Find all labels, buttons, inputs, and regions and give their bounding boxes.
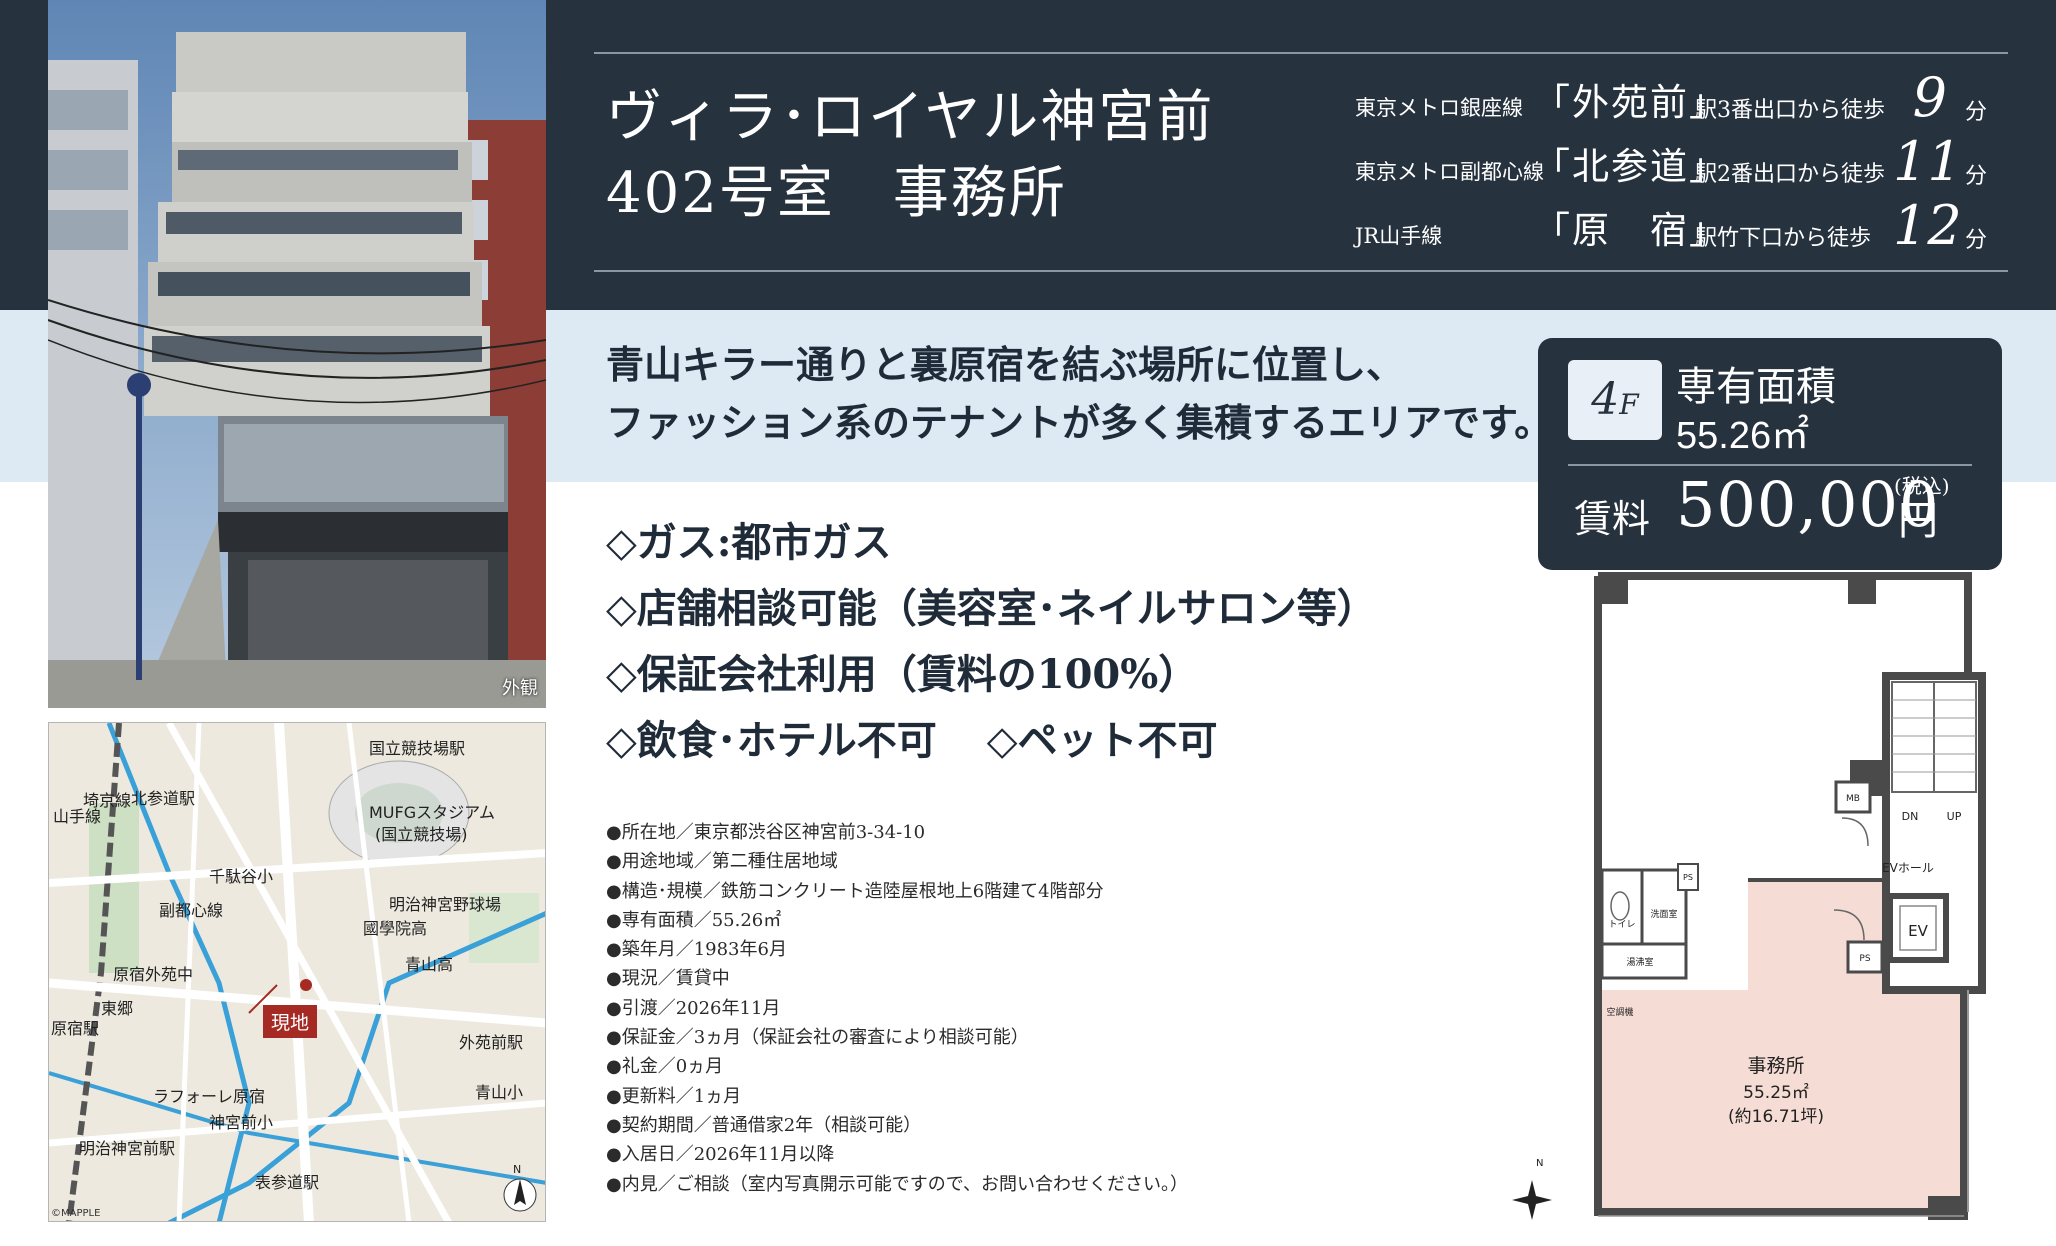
map-label: 東郷 [101,999,134,1018]
map-label: 神宮前小 [209,1113,274,1132]
feature-item: ◇ペット不可 [986,717,1218,764]
access-exit: 駅竹下口から徒歩 [1695,226,1872,251]
access-exit: 駅2番出口から徒歩 [1695,162,1885,187]
plan-office-tsubo: (約16.71坪) [1728,1107,1824,1127]
map-site-marker: 現地 [263,1005,318,1038]
feature-item: ◇保証会社利用（賃料の100%） [606,651,1199,698]
map-label: 青山高 [405,955,454,974]
area-value: 55.26㎡ [1676,415,1810,457]
plan-aircon-label: 空調機 [1606,1006,1633,1018]
map-label: 国立競技場駅 [369,739,466,758]
feature-list: ◇ガス:都市ガス ◇店舗相談可能（美容室･ネイルサロン等） ◇保証会社利用（賃料… [606,510,1377,774]
floor-number: 4 [1591,374,1620,425]
tax-note: (税込) [1894,474,1950,498]
area-map: 国立競技場駅 MUFGスタジアム (国立競技場) 明治神宮野球場 國學院高 青山… [48,722,546,1222]
floor-badge: 4F [1568,360,1662,440]
plan-ps-small-label: PS [1683,873,1693,882]
header-rule-top [594,52,2008,54]
access-row: 東京メトロ副都心線 「北参道」 駅2番出口から徒歩 11 分 [1355,130,2005,194]
map-label: 明治神宮野球場 [389,895,502,914]
detail-item: ●構造･規模／鉄筋コンクリート造陸屋根地上6階建て4階部分 [606,880,1104,902]
access-unit: 分 [1965,228,1988,253]
catchphrase-line: 青山キラー通りと裏原宿を結ぶ場所に位置し、 [606,342,1405,387]
map-label: 青山小 [475,1083,524,1102]
feature-item: ◇店舗相談可能（美容室･ネイルサロン等） [606,585,1377,632]
building-illustration [48,0,546,708]
map-label: 外苑前駅 [459,1033,524,1052]
access-minutes: 12 [1893,194,1962,257]
detail-item: ●現況／賃貸中 [606,968,730,990]
floor-plan: N 事務所 55.25㎡ (約16.71坪) EV EVホール DN UP MB… [1508,570,2048,1230]
map-label: MUFGスタジアム [369,803,495,822]
detail-item: ●専有面積／55.26㎡ [606,909,782,931]
map-label: 千駄谷小 [209,867,274,886]
floor-plan-drawing: N 事務所 55.25㎡ (約16.71坪) EV EVホール DN UP MB… [1512,572,1986,1220]
map-label: (国立競技場) [375,825,468,844]
property-unit: 402号室 事務所 [606,161,1067,226]
detail-item: ●所在地／東京都渋谷区神宮前3-34-10 [606,822,926,843]
access-minutes: 11 [1893,130,1962,193]
detail-item: ●更新料／1ヵ月 [606,1085,742,1107]
detail-item: ●保証金／3ヵ月（保証会社の審査により相談可能） [606,1027,1029,1049]
access-minutes: 9 [1912,66,1947,129]
access-line: 東京メトロ銀座線 [1355,96,1523,120]
plan-office-label: 事務所 [1747,1055,1804,1077]
map-credit: ©MAPPLE [51,1208,101,1219]
plan-north-label: N [1536,1158,1543,1169]
plan-ps-label: PS [1859,954,1870,964]
catchphrase-line: ファッション系のテナントが多く集積するエリアです。 [606,400,1553,445]
price-divider [1568,464,1972,466]
map-label: 國學院高 [363,919,428,938]
access-row: JR山手線 「原 宿」 駅竹下口から徒歩 12 分 [1355,194,2005,258]
plan-office-area: 55.25㎡ [1743,1083,1809,1103]
floor-unit: F [1619,388,1639,421]
access-unit: 分 [1965,164,1988,189]
building-photo: 外観 [48,0,546,708]
detail-item: ●礼金／0ヵ月 [606,1056,724,1078]
price-box: 4F 専有面積 55.26㎡ 賃料 500,000 円 (税込) [1538,338,2002,570]
plan-ev-hall-label: EVホール [1882,861,1934,875]
map-label: 北参道駅 [131,789,196,808]
photo-caption: 外観 [502,678,538,699]
detail-item: ●引渡／2026年11月 [606,997,781,1019]
detail-item: ●築年月／1983年6月 [606,939,787,961]
plan-kitchenette-label: 湯沸室 [1626,956,1653,968]
header-rule-bottom [594,270,2008,272]
map-label: 明治神宮前駅 [79,1139,176,1158]
property-title: ヴィラ･ロイヤル神宮前 402号室 事務所 [606,80,1214,232]
plan-ev-label: EV [1908,922,1928,940]
access-unit: 分 [1965,100,1988,125]
feature-item-pair: ◇飲食･ホテル不可 ◇ペット不可 [606,708,1377,774]
plan-dn-label: DN [1902,810,1919,823]
rent-label: 賃料 [1574,497,1651,541]
plan-toilet-label: トイレ [1608,920,1635,930]
map-label: 原宿駅 [51,1019,100,1038]
access-line: JR山手線 [1355,224,1443,248]
map-label: 埼京線 [83,791,132,810]
plan-mb-label: MB [1846,794,1860,804]
detail-item: ●内見／ご相談（室内写真開示可能ですので、お問い合わせください。） [606,1173,1188,1195]
map-label: 副都心線 [159,901,224,920]
detail-item: ●契約期間／普通借家2年（相談可能） [606,1114,922,1136]
property-name: ヴィラ･ロイヤル神宮前 [606,85,1215,150]
map-label: 原宿外苑中 [113,965,194,984]
detail-item: ●入居日／2026年11月以降 [606,1144,835,1166]
map-label: 表参道駅 [255,1173,320,1192]
property-details: ●所在地／東京都渋谷区神宮前3-34-10 ●用途地域／第二種住居地域 ●構造･… [606,818,1188,1199]
plan-up-label: UP [1947,810,1962,823]
catchphrase: 青山キラー通りと裏原宿を結ぶ場所に位置し、 ファッション系のテナントが多く集積す… [606,336,1552,452]
feature-item: ◇ガス:都市ガス [606,519,892,566]
map-label: ラフォーレ原宿 [153,1087,266,1106]
map-north-label: N [513,1163,522,1176]
feature-item: ◇飲食･ホテル不可 [606,717,937,764]
access-row: 東京メトロ銀座線 「外苑前」 駅3番出口から徒歩 9 分 [1355,66,2005,130]
plan-washroom-label: 洗面室 [1650,908,1677,920]
access-list: 東京メトロ銀座線 「外苑前」 駅3番出口から徒歩 9 分 東京メトロ副都心線 「… [1355,66,2005,258]
access-line: 東京メトロ副都心線 [1355,160,1544,184]
access-exit: 駅3番出口から徒歩 [1695,98,1885,123]
detail-item: ●用途地域／第二種住居地域 [606,851,838,873]
